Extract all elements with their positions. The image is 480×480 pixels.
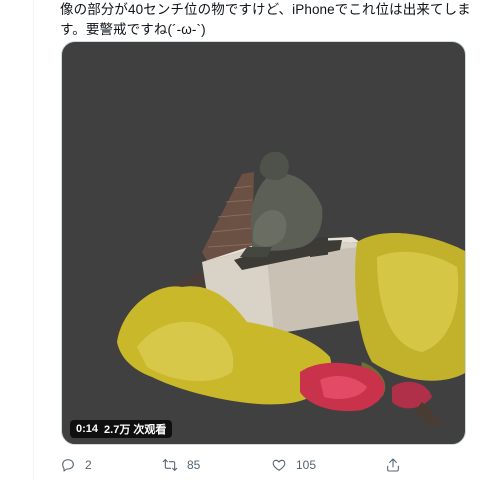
video-duration: 0:14: [76, 423, 99, 435]
video-stats-badge: 0:14 2.7万 次观看: [70, 420, 173, 438]
statue-scan-image: [114, 151, 465, 427]
thread-divider: [33, 0, 34, 480]
tweet-actions-bar: 2 85 105: [60, 455, 470, 475]
tweet-text-line-1: 像の部分が40センチ位の物ですけど、iPhoneでこれ位は出来てしまいま: [60, 2, 470, 17]
like-button[interactable]: 105: [271, 455, 316, 475]
video-player[interactable]: 0:14 2.7万 次观看: [61, 41, 466, 445]
reply-bubble-icon: [62, 459, 74, 472]
share-button[interactable]: [385, 455, 401, 475]
tweet-text: 像の部分が40センチ位の物ですけど、iPhoneでこれ位は出来てしまいま す。要…: [60, 0, 470, 40]
tweet-text-line-2: す。要警戒ですね(´-ω-`): [60, 22, 206, 37]
share-upload-icon: [387, 458, 399, 472]
retweet-count: 85: [187, 458, 201, 472]
reply-button[interactable]: 2: [60, 455, 92, 475]
retweet-button[interactable]: 85: [162, 455, 200, 475]
heart-icon: [272, 459, 286, 471]
retweet-arrows-icon: [162, 459, 178, 471]
video-view-count: 2.7万 次观看: [104, 424, 167, 436]
like-count: 105: [296, 458, 317, 472]
reply-count: 2: [85, 458, 92, 472]
